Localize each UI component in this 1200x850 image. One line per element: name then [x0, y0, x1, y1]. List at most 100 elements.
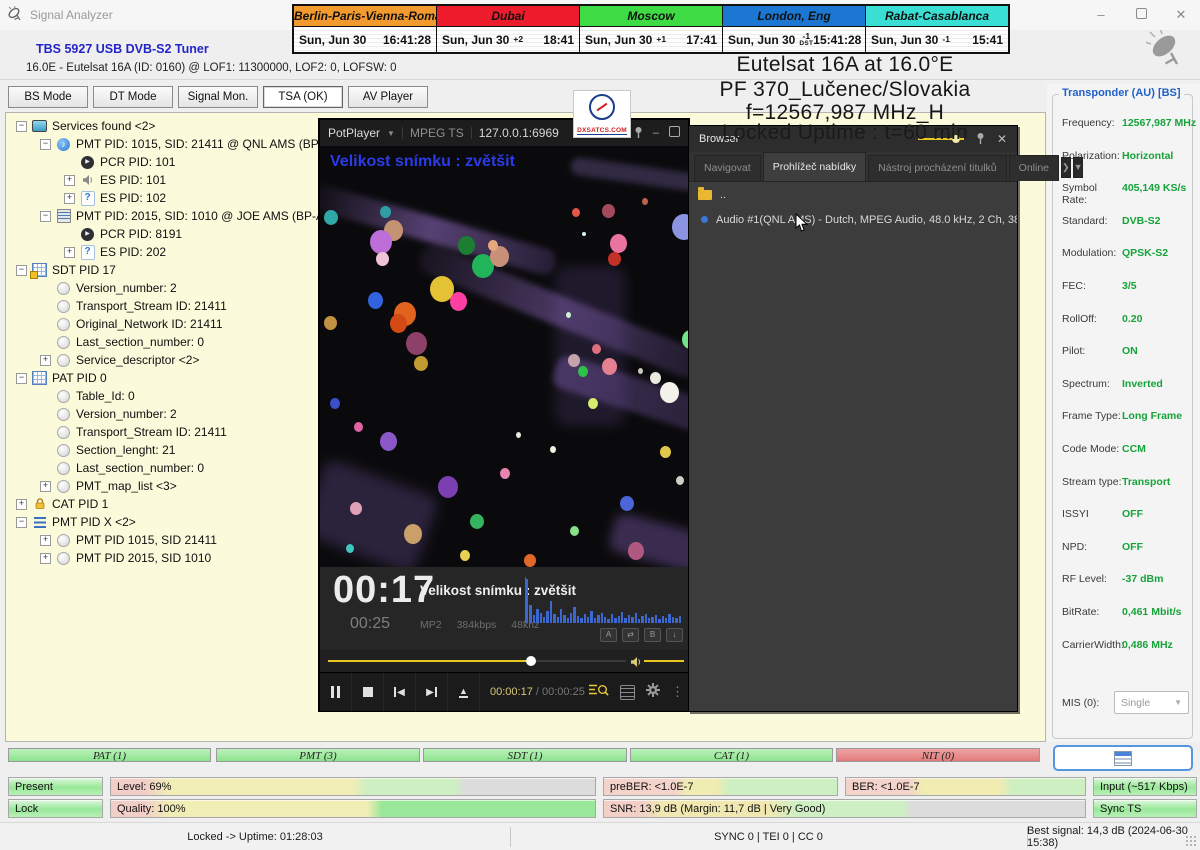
expand-icon[interactable]: +	[40, 535, 51, 546]
expand-icon[interactable]: +	[64, 247, 75, 258]
pause-button[interactable]	[320, 673, 352, 711]
av-icon	[56, 209, 71, 223]
eject-button[interactable]: ▲	[448, 673, 480, 711]
collapse-icon[interactable]: −	[16, 121, 27, 132]
maximize-icon[interactable]	[1130, 4, 1152, 26]
browser-tab-navigovat[interactable]: Navigovat	[694, 155, 761, 181]
previous-button[interactable]: ◀	[384, 673, 416, 711]
browser-titlebar[interactable]: Browser ✕	[689, 126, 1017, 152]
dropdown-arrow-button[interactable]: ▼	[1073, 157, 1084, 178]
tab-dt-mode[interactable]: DT Mode	[93, 86, 173, 108]
visualizer-bar	[628, 615, 630, 623]
pin-icon[interactable]	[976, 132, 985, 147]
clock-city-label: London, Eng	[723, 6, 865, 27]
next-button[interactable]: ▶	[416, 673, 448, 711]
mis-select[interactable]: Single ▼	[1114, 691, 1189, 714]
world-clock-table: Berlin-Paris-Vienna-RomaSun, Jun 3016:41…	[292, 4, 1010, 54]
leaf-icon	[56, 443, 71, 457]
visualizer-bar	[570, 613, 572, 623]
volume-slider[interactable]	[644, 660, 684, 662]
psi-table-cat: CAT (1)	[630, 748, 833, 762]
audio-track-item[interactable]: Audio #1(QNL AMS) - Dutch, MPEG Audio, 4…	[689, 207, 1017, 232]
transponder-field: Code Mode:CCM	[1062, 443, 1190, 476]
tab-tsa-ok-[interactable]: TSA (OK)	[263, 86, 343, 108]
browser-tab-prohl-e-nab-dky[interactable]: Prohlížeč nabídky	[763, 152, 866, 181]
codec: MP2	[420, 619, 442, 631]
stop-button[interactable]	[352, 673, 384, 711]
clock-time-cell: Sun, Jun 3016:41:28	[294, 27, 436, 52]
minimize-icon[interactable]: –	[653, 127, 659, 139]
settings-gear-icon[interactable]	[646, 683, 660, 702]
tree-item-label: PMT PID 2015, SID 1010	[76, 551, 211, 565]
visualizer-bar	[645, 614, 647, 623]
speaker-icon	[80, 173, 95, 187]
transponder-field: Symbol Rate:405,149 KS/s	[1062, 182, 1190, 215]
tree-item-label: Transport_Stream ID: 21411	[76, 425, 227, 439]
mis-row: MIS (0): Single ▼	[1062, 691, 1189, 714]
collapse-icon[interactable]: −	[40, 139, 51, 150]
expand-icon[interactable]: +	[40, 553, 51, 564]
shuffle-icon[interactable]: ⇄	[622, 628, 639, 642]
browser-tab-n-stroj-proch-zen-titulk-[interactable]: Nástroj procházení titulků	[868, 155, 1006, 181]
next-arrow-button[interactable]: ❯	[1061, 157, 1071, 178]
expand-icon[interactable]: +	[40, 355, 51, 366]
resize-grip[interactable]	[1185, 835, 1197, 847]
browser-tab-online[interactable]: Online	[1009, 155, 1059, 181]
maximize-icon[interactable]	[669, 126, 680, 140]
collapse-icon[interactable]: −	[16, 265, 27, 276]
confetti-dot	[404, 524, 422, 544]
expand-icon[interactable]: +	[64, 193, 75, 204]
collapse-icon[interactable]: −	[16, 373, 27, 384]
confetti-dot	[642, 198, 648, 205]
field-label: RF Level:	[1062, 573, 1122, 585]
field-label: Pilot:	[1062, 345, 1122, 357]
close-icon[interactable]: ✕	[997, 132, 1007, 146]
minimize-icon[interactable]: –	[1090, 4, 1112, 26]
sdt-icon	[32, 263, 47, 277]
parent-folder-item[interactable]: ..	[689, 182, 1017, 207]
mis-label: MIS (0):	[1062, 697, 1114, 709]
search-playlist-icon[interactable]	[588, 683, 609, 702]
confetti-dot	[346, 544, 354, 553]
seek-handle[interactable]	[526, 656, 536, 666]
visualizer-bar	[607, 619, 609, 623]
collapse-icon[interactable]: −	[16, 517, 27, 528]
expand-icon[interactable]: +	[64, 175, 75, 186]
parent-folder-label: ..	[720, 189, 726, 201]
confetti-dot	[414, 356, 428, 371]
visualizer-bar	[557, 617, 559, 623]
repeat-b-button[interactable]: B	[644, 628, 661, 642]
tab-signal-mon-[interactable]: Signal Mon.	[178, 86, 258, 108]
capture-icon[interactable]: ↓	[666, 628, 683, 642]
potplayer-titlebar[interactable]: PotPlayer ▼ MPEG TS 127.0.0.1:6969 – DXS…	[320, 120, 688, 146]
tab-bs-mode[interactable]: BS Mode	[8, 86, 88, 108]
chevron-down-icon[interactable]: ▼	[387, 129, 395, 138]
expand-icon[interactable]: +	[16, 499, 27, 510]
close-icon[interactable]: ✕	[1170, 4, 1192, 26]
ts-details-button[interactable]	[1053, 745, 1193, 771]
repeat-a-button[interactable]: A	[600, 628, 617, 642]
more-menu-icon[interactable]: ⋮	[671, 684, 684, 700]
opacity-slider[interactable]	[918, 138, 964, 140]
confetti-dot	[390, 314, 407, 333]
volume-icon[interactable]	[630, 655, 642, 673]
confetti-dot	[578, 366, 588, 377]
visualizer-bar	[526, 579, 528, 623]
confetti-dot	[516, 432, 521, 438]
seek-bar[interactable]	[328, 660, 626, 662]
collapse-icon[interactable]: −	[40, 211, 51, 222]
clock-time-value: 15:41	[972, 33, 1003, 47]
tab-av-player[interactable]: AV Player	[348, 86, 428, 108]
pin-icon[interactable]	[634, 126, 643, 141]
field-value: QPSK-S2	[1122, 247, 1168, 259]
preber-bar: preBER: <1.0E-7	[603, 777, 838, 796]
field-value: 12567,987 MHz	[1122, 117, 1196, 129]
clock-time-cell: Sun, Jun 30+218:41	[437, 27, 579, 52]
video-area[interactable]: Velikost snímku : zvětšit	[320, 146, 688, 567]
browser-window: Browser ✕ NavigovatProhlížeč nabídkyNást…	[688, 125, 1018, 712]
confetti-dot	[324, 316, 337, 330]
player-info-bar: 00:17 00:25 Velikost snímku : zvětšit MP…	[320, 567, 688, 650]
clock-time-cell: Sun, Jun 30+117:41	[580, 27, 722, 52]
expand-icon[interactable]: +	[40, 481, 51, 492]
playlist-icon[interactable]	[620, 685, 635, 700]
